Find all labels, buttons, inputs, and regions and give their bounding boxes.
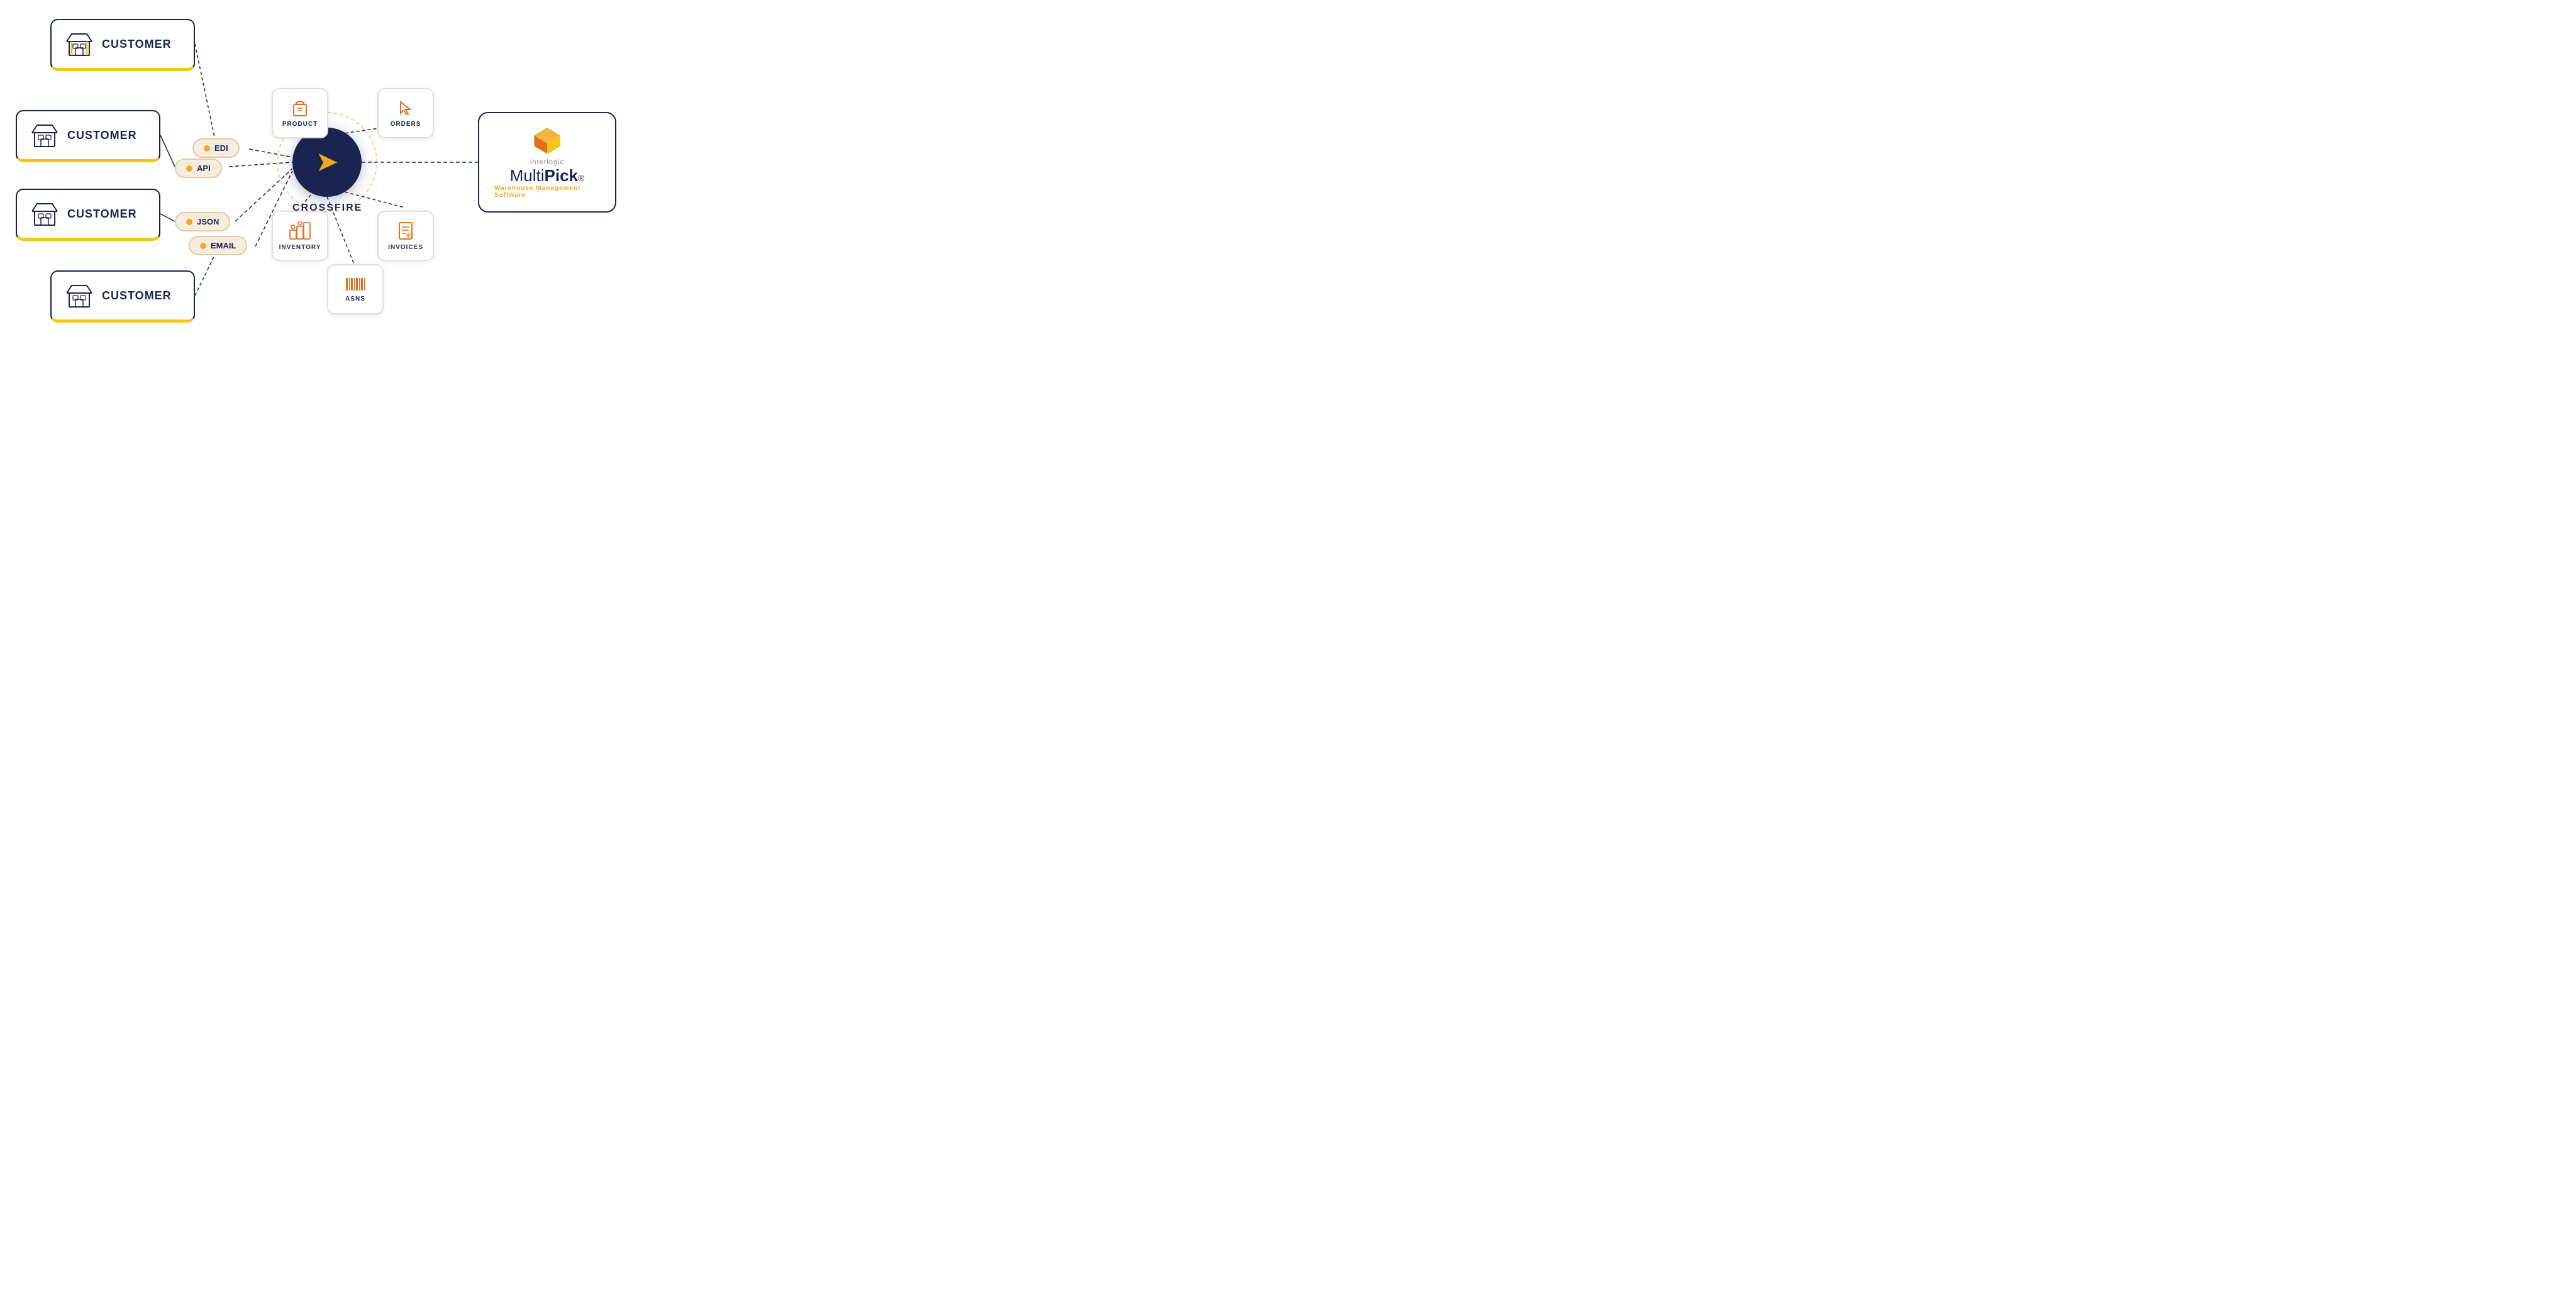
multipick-box: interlogic Multi Pick ® Warehouse Manage… (478, 112, 616, 213)
pill-json: JSON (175, 212, 230, 231)
multipick-cube-icon (528, 126, 566, 153)
pill-api: API (175, 158, 222, 178)
customer-card-mid-bot: CUSTOMER (16, 189, 160, 241)
invoices-icon: $ (396, 221, 415, 240)
pick-text: Pick (545, 167, 579, 184)
wms-text: Warehouse Management Software (494, 185, 600, 199)
product-label: PRODUCT (282, 121, 318, 128)
customer-label-top: CUSTOMER (102, 38, 172, 51)
data-icon-inventory: INVENTORY (272, 211, 328, 261)
pill-dot-edi (204, 145, 210, 152)
diagram-container: CUSTOMER CUSTOMER CUSTOMER (0, 0, 644, 324)
inventory-label: INVENTORY (279, 244, 321, 251)
pill-label-api: API (197, 164, 211, 173)
orders-icon (396, 99, 416, 117)
invoices-label: INVOICES (388, 244, 423, 251)
crossfire-arrow-icon: ➤ (316, 148, 339, 176)
data-icon-product: PRODUCT (272, 88, 328, 138)
pill-dot-email (200, 243, 206, 249)
customer-label-mid-top: CUSTOMER (67, 129, 137, 142)
multi-text: Multi (510, 167, 545, 184)
pill-label-edi: EDI (214, 143, 228, 153)
orders-label: ORDERS (391, 121, 421, 128)
store-icon-top (64, 29, 94, 59)
customer-label-bottom: CUSTOMER (102, 289, 172, 302)
pill-label-email: EMAIL (211, 241, 236, 250)
store-icon-bottom (64, 280, 94, 311)
pill-dot-api (186, 165, 192, 172)
store-icon-mid-bot (30, 199, 60, 229)
pill-dot-json (186, 219, 192, 225)
pill-label-json: JSON (197, 217, 219, 226)
asns-label: ASNS (345, 296, 365, 302)
data-icon-orders: ORDERS (377, 88, 434, 138)
customer-card-mid-top: CUSTOMER (16, 110, 160, 162)
interlogic-text: interlogic (530, 158, 564, 166)
customer-card-top: CUSTOMER (50, 19, 195, 71)
store-icon-mid-top (30, 120, 60, 150)
data-icon-asns: ASNS (327, 264, 384, 314)
inventory-icon (289, 221, 311, 240)
product-icon (290, 99, 310, 117)
pill-email: EMAIL (189, 236, 247, 255)
pill-edi: EDI (192, 138, 240, 158)
customer-label-mid-bot: CUSTOMER (67, 208, 137, 221)
asns-icon (345, 277, 366, 292)
data-icon-invoices: $ INVOICES (377, 211, 434, 261)
customer-card-bottom: CUSTOMER (50, 270, 195, 323)
multipick-logo-text: interlogic Multi Pick ® Warehouse Manage… (494, 158, 600, 199)
registered-mark: ® (578, 173, 584, 183)
